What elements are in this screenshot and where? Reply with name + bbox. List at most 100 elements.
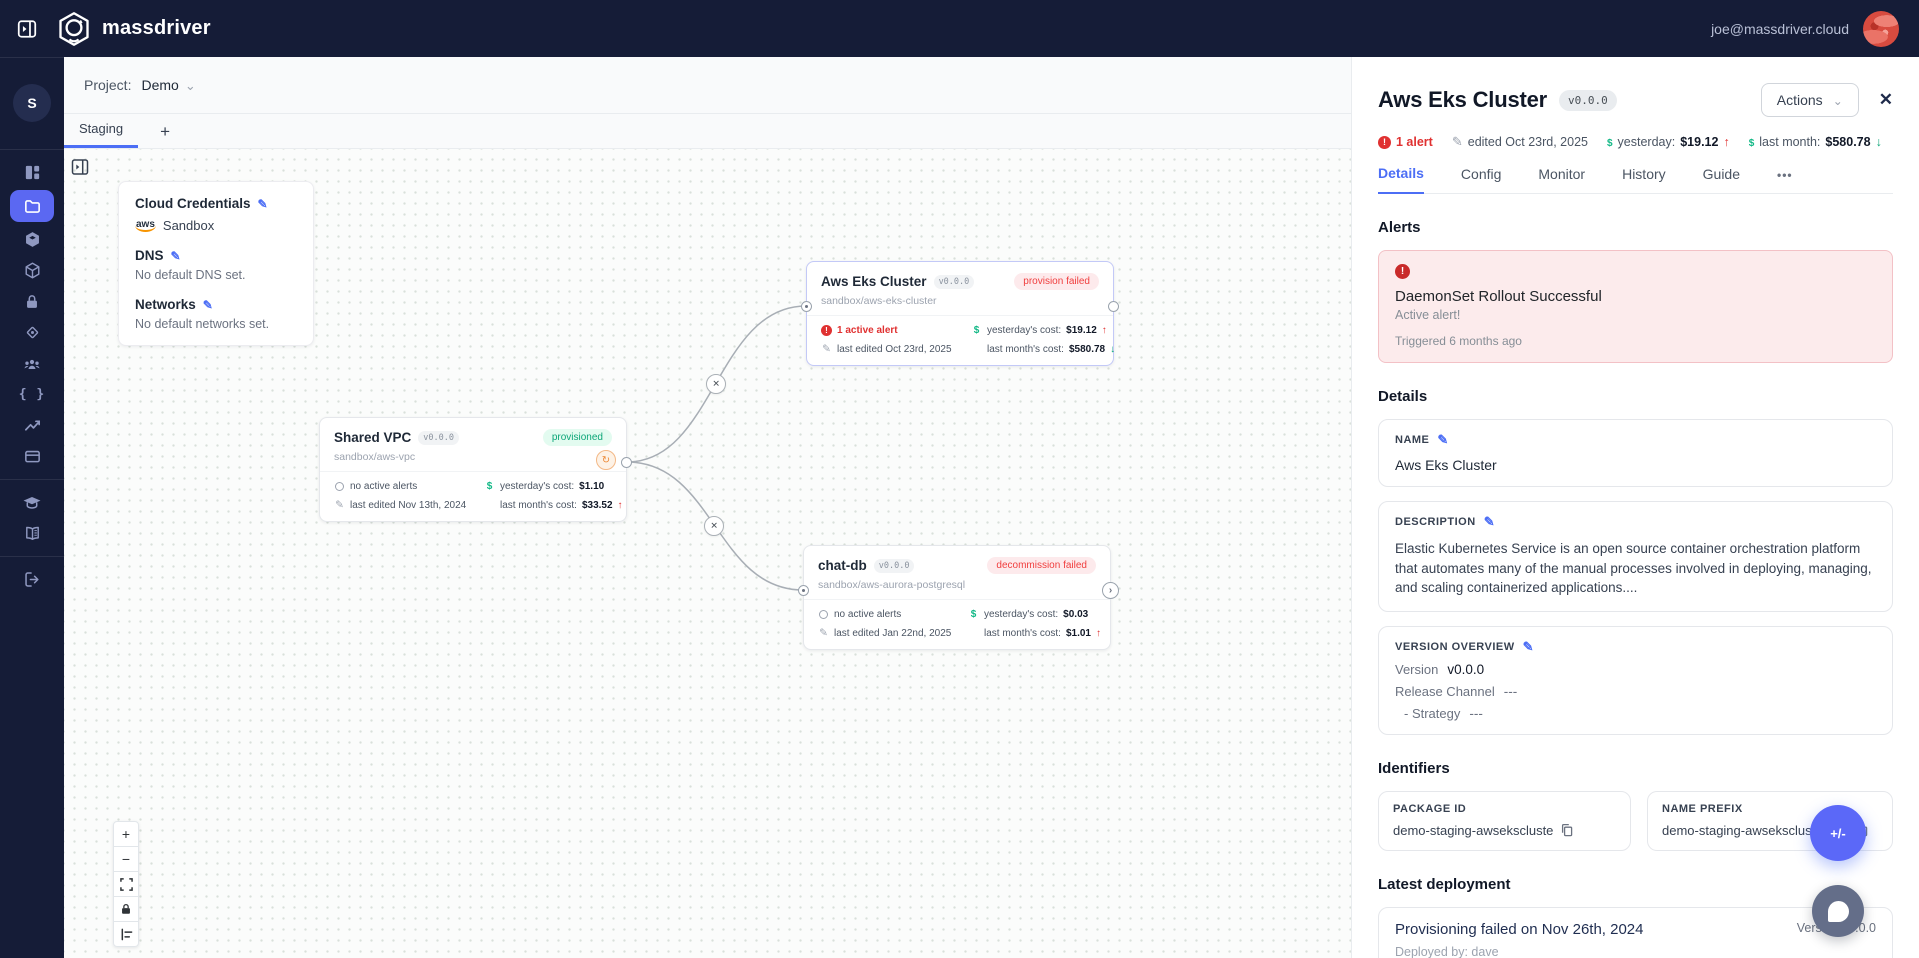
input-handle[interactable] (801, 301, 812, 312)
panel-title: Aws Eks Cluster (1378, 87, 1547, 113)
edit-pencil-icon[interactable] (1523, 639, 1534, 655)
sidebar-item-billing[interactable] (10, 443, 54, 470)
month-cost-label: last month's cost: (984, 628, 1061, 639)
sidebar-item-metrics[interactable] (10, 412, 54, 439)
panel-expand-icon[interactable] (70, 157, 92, 179)
trend-up-icon (618, 500, 623, 511)
project-selector[interactable]: Demo (141, 77, 195, 93)
edit-pencil-icon[interactable] (1437, 432, 1448, 448)
name-value: Aws Eks Cluster (1395, 457, 1876, 473)
edit-pencil-icon[interactable] (203, 297, 213, 312)
zoom-in-button[interactable] (113, 821, 139, 847)
more-tabs-button[interactable]: ••• (1777, 168, 1793, 193)
lock-icon (120, 903, 132, 915)
no-alert-icon (819, 610, 828, 619)
node-version-badge: v0.0.0 (874, 559, 915, 573)
edit-pencil-icon[interactable] (258, 196, 268, 211)
sidebar-item-logout[interactable] (10, 566, 54, 593)
trend-up-icon (1723, 135, 1729, 149)
sidebar-item-services[interactable] (10, 319, 54, 346)
pencil-icon (822, 343, 831, 355)
lock-button[interactable] (113, 896, 139, 922)
yesterday-cost-label: yesterday's cost: (500, 481, 574, 492)
output-handle[interactable] (621, 457, 632, 468)
user-avatar[interactable] (1863, 11, 1899, 47)
zoom-out-button[interactable] (113, 846, 139, 872)
sidebar-item-users[interactable] (10, 350, 54, 377)
aws-logo-icon: aws (135, 219, 156, 233)
no-alert-icon (335, 482, 344, 491)
tab-config[interactable]: Config (1461, 166, 1501, 193)
sidebar-item-secrets[interactable] (10, 288, 54, 315)
description-value: Elastic Kubernetes Service is an open so… (1395, 539, 1876, 598)
sidebar-item-projects[interactable] (10, 190, 54, 222)
divider (0, 479, 64, 480)
output-handle[interactable] (1102, 582, 1119, 599)
chat-widget-button[interactable] (1812, 885, 1864, 937)
edit-pencil-icon[interactable] (1484, 514, 1495, 530)
sidebar-item-artifacts[interactable] (10, 226, 54, 253)
chevron-down-icon (1833, 92, 1843, 108)
edge-delete-button[interactable] (706, 374, 726, 394)
edit-pencil-icon[interactable] (171, 248, 181, 263)
tab-details[interactable]: Details (1378, 165, 1424, 194)
month-cost-value: $33.52 (582, 500, 613, 511)
actions-button[interactable]: Actions (1761, 83, 1859, 117)
massdriver-helmet-icon (56, 11, 92, 47)
name-prefix-label: NAME PREFIX (1662, 803, 1743, 815)
auto-layout-button[interactable] (113, 921, 139, 947)
sidebar-item-bundles[interactable] (10, 257, 54, 284)
tab-history[interactable]: History (1622, 166, 1666, 193)
alert-count: 1 alert (1396, 135, 1433, 149)
package-id-card: PACKAGE ID demo-staging-awsekscluste (1378, 791, 1631, 851)
description-label: DESCRIPTION (1395, 516, 1476, 528)
project-label: Project: (84, 77, 131, 93)
identifiers-heading: Identifiers (1378, 760, 1893, 777)
last-edited-text: last edited Jan 22nd, 2025 (834, 628, 951, 639)
status-badge: decommission failed (987, 557, 1096, 574)
copy-icon[interactable] (1560, 823, 1574, 837)
drift-refresh-badge[interactable] (596, 450, 616, 470)
close-icon[interactable] (1879, 90, 1893, 110)
sidebar-item-api[interactable]: { } (10, 381, 54, 408)
diamond-nodes-icon (23, 323, 42, 342)
pencil-icon (1452, 134, 1463, 150)
tab-monitor[interactable]: Monitor (1538, 166, 1585, 193)
edge-delete-button[interactable] (704, 516, 724, 536)
trend-up-icon (1096, 628, 1101, 639)
pencil-icon (819, 627, 828, 639)
panel-tabs: Details Config Monitor History Guide ••• (1378, 165, 1893, 194)
output-handle[interactable] (1108, 301, 1119, 312)
top-bar: massdriver joe@massdriver.cloud (0, 0, 1919, 57)
actions-label: Actions (1777, 92, 1823, 108)
sidebar-collapse-icon[interactable] (14, 16, 40, 42)
dns-label: DNS (135, 248, 164, 263)
node-slug: sandbox/aws-eks-cluster (821, 295, 1099, 307)
tab-guide[interactable]: Guide (1703, 166, 1740, 193)
node-aws-eks-cluster[interactable]: Aws Eks Cluster v0.0.0 provision failed … (806, 261, 1114, 366)
node-alert-text: no active alerts (350, 481, 417, 492)
alert-title: DaemonSet Rollout Successful (1395, 288, 1876, 305)
add-environment-button[interactable]: + (160, 123, 170, 140)
strategy-label: - Strategy (1404, 706, 1460, 721)
version-label: Version (1395, 662, 1438, 677)
diagram-canvas[interactable]: Cloud Credentials aws Sandbox DNS No def… (64, 149, 1351, 958)
user-email[interactable]: joe@massdriver.cloud (1711, 21, 1849, 37)
tab-staging[interactable]: Staging (64, 114, 138, 148)
node-alert-text: no active alerts (834, 609, 901, 620)
sidebar-item-dashboard[interactable] (10, 159, 54, 186)
yesterday-cost-label: yesterday's cost: (987, 325, 1061, 336)
node-alert-text: 1 active alert (837, 325, 898, 336)
fit-view-button[interactable] (113, 871, 139, 897)
latest-deployment-heading: Latest deployment (1378, 876, 1893, 893)
diff-fab-button[interactable]: +/- (1810, 805, 1866, 861)
sidebar-item-learn[interactable] (10, 489, 54, 516)
input-handle[interactable] (798, 585, 809, 596)
alert-card: DaemonSet Rollout Successful Active aler… (1378, 250, 1893, 363)
node-shared-vpc[interactable]: Shared VPC v0.0.0 provisioned sandbox/aw… (319, 417, 627, 522)
node-chat-db[interactable]: chat-db v0.0.0 decommission failed sandb… (803, 545, 1111, 650)
org-avatar[interactable]: S (13, 84, 51, 122)
sidebar-item-docs[interactable] (10, 520, 54, 547)
left-sidebar: S { } (0, 57, 64, 958)
name-field-card: NAME Aws Eks Cluster (1378, 419, 1893, 487)
